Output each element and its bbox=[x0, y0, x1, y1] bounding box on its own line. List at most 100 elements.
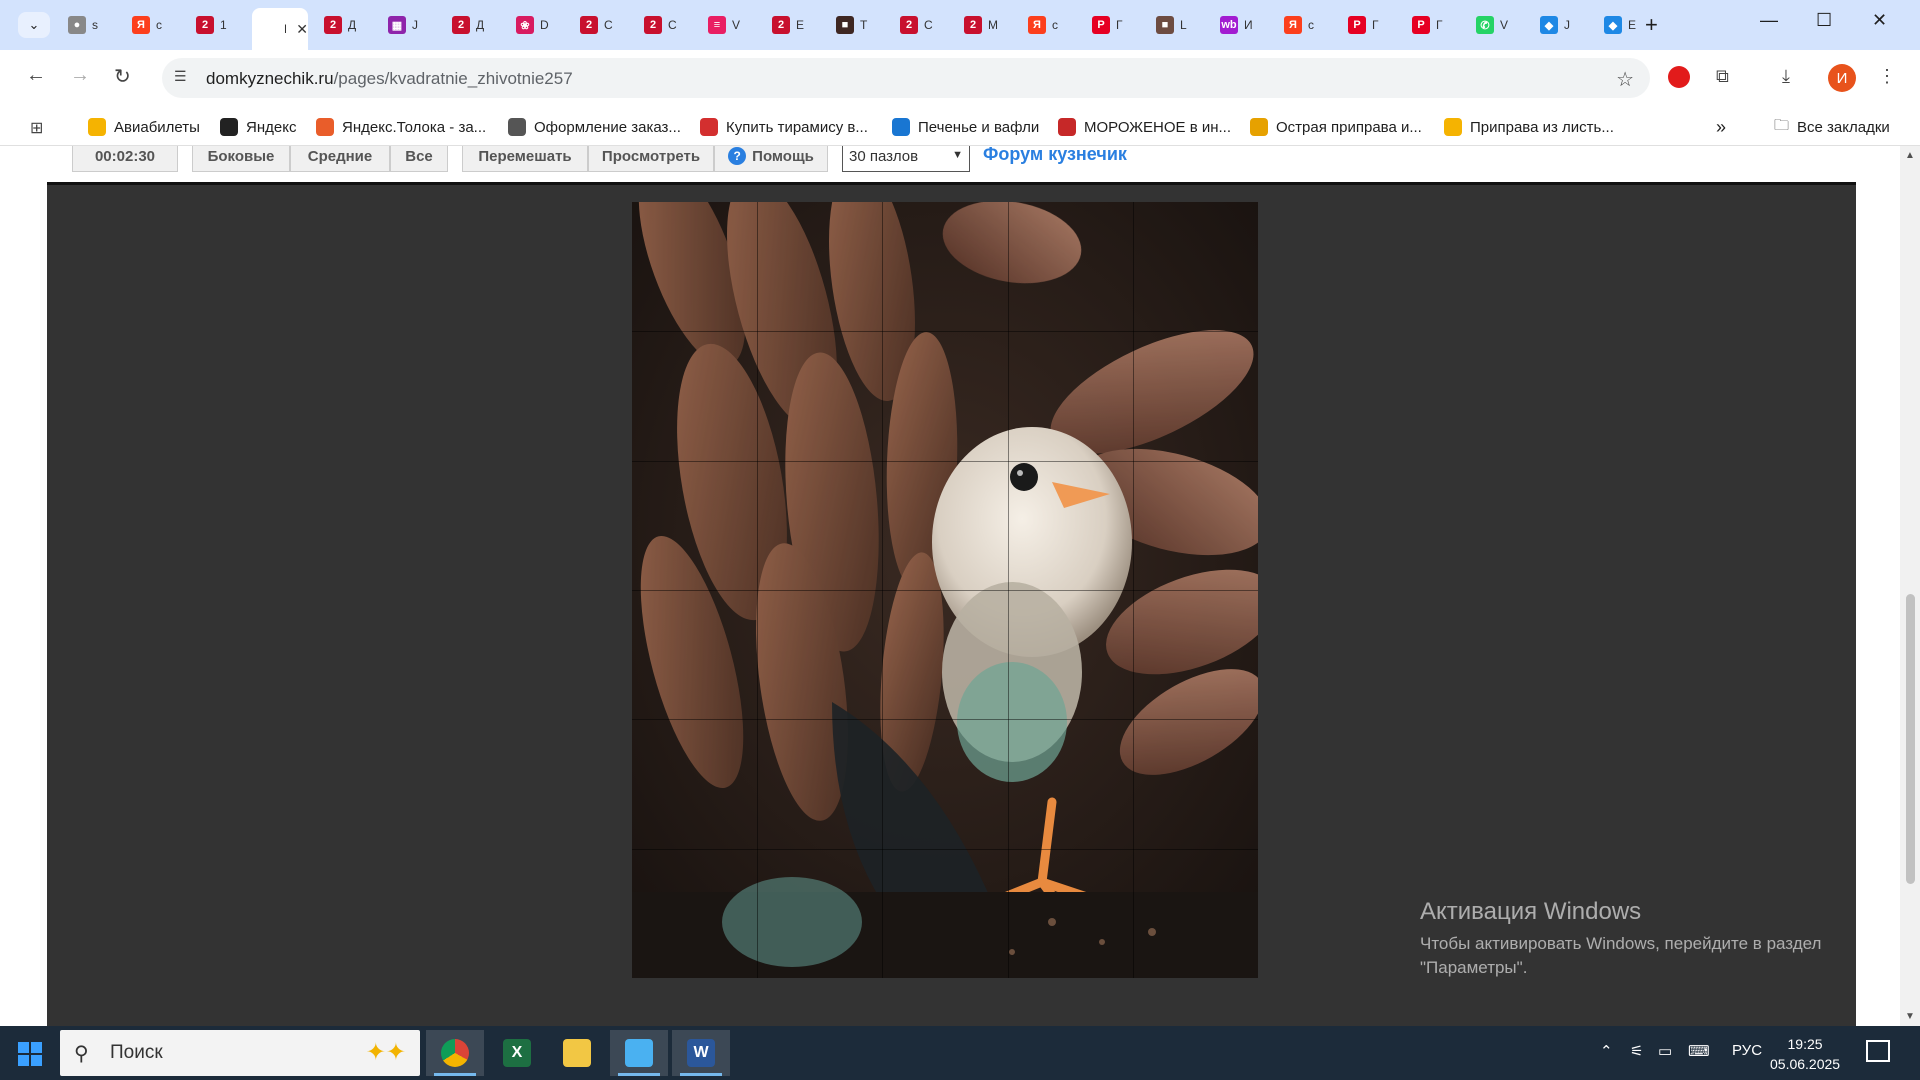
tab-title: М bbox=[988, 18, 998, 32]
browser-tab[interactable]: wb И bbox=[1212, 8, 1272, 42]
browser-tab[interactable]: ■ T bbox=[828, 8, 888, 42]
clock[interactable]: 19:25 05.06.2025 bbox=[1770, 1034, 1840, 1074]
minimize-icon[interactable]: — bbox=[1760, 10, 1778, 31]
battery-icon[interactable]: ▭ bbox=[1658, 1042, 1672, 1060]
help-button[interactable]: ? Помощь bbox=[714, 146, 828, 172]
maximize-icon[interactable]: ☐ bbox=[1816, 10, 1832, 31]
browser-tab[interactable]: ◆ J bbox=[1532, 8, 1592, 42]
browser-tab[interactable]: 2С bbox=[572, 8, 632, 42]
bookmark-label: Оформление заказ... bbox=[534, 118, 681, 136]
chevron-down-icon: ⌄ bbox=[28, 17, 40, 32]
bookmark-item[interactable]: Яндекс bbox=[220, 116, 296, 138]
browser-tab[interactable]: 2Д bbox=[444, 8, 504, 42]
download-icon[interactable]: ⤓ bbox=[1782, 66, 1790, 87]
scroll-up-icon[interactable]: ▲ bbox=[1905, 150, 1915, 161]
browser-tab[interactable]: 2E bbox=[764, 8, 824, 42]
keyboard-icon[interactable]: ⌨ bbox=[1688, 1042, 1710, 1060]
notification-icon[interactable] bbox=[1866, 1040, 1890, 1062]
tab-favicon-icon: 2 bbox=[452, 16, 470, 34]
excel-icon: X bbox=[503, 1039, 531, 1067]
bookmarks-overflow-button[interactable]: » bbox=[1716, 116, 1726, 138]
bookmark-item[interactable]: Оформление заказ... bbox=[508, 116, 681, 138]
bookmark-favicon-icon bbox=[88, 118, 106, 136]
page-scrollbar[interactable]: ▲ ▼ bbox=[1900, 146, 1920, 1026]
tab-favicon-icon: 2 bbox=[196, 16, 214, 34]
word-taskbar-button[interactable]: W bbox=[672, 1030, 730, 1076]
preview-button[interactable]: Просмотреть bbox=[588, 146, 714, 172]
forum-link[interactable]: Форум кузнечик bbox=[983, 146, 1127, 165]
browser-tab[interactable]: Яс bbox=[1276, 8, 1336, 42]
browser-tab[interactable]: 2С bbox=[636, 8, 696, 42]
new-tab-button[interactable]: + bbox=[1645, 12, 1658, 38]
browser-tab[interactable]: 2С bbox=[892, 8, 952, 42]
site-info-icon[interactable]: ☰ bbox=[174, 68, 194, 88]
browser-tab[interactable]: К✕ bbox=[252, 8, 308, 50]
tab-title: V bbox=[732, 18, 741, 32]
browser-tab[interactable]: 2Д bbox=[316, 8, 376, 42]
tab-title: С bbox=[668, 18, 677, 32]
tab-favicon-icon: ❀ bbox=[516, 16, 534, 34]
excel-taskbar-button[interactable]: X bbox=[488, 1030, 546, 1076]
browser-tab[interactable]: Яс bbox=[1020, 8, 1080, 42]
tab-favicon-icon: P bbox=[1412, 16, 1430, 34]
bookmark-label: Печенье и вафли bbox=[918, 118, 1040, 136]
browser-tab[interactable]: PГ bbox=[1404, 8, 1464, 42]
browser-tab[interactable]: ❀ D bbox=[508, 8, 568, 42]
puzzle-image[interactable] bbox=[632, 202, 1258, 978]
bookmark-item[interactable]: Печенье и вафли bbox=[892, 116, 1039, 138]
all-bookmarks-button[interactable]: 🗀 Все закладки bbox=[1774, 116, 1890, 138]
close-window-icon[interactable]: ✕ bbox=[1872, 10, 1887, 31]
bookmark-item[interactable]: Приправа из листь... bbox=[1444, 116, 1614, 138]
photos-taskbar-button[interactable] bbox=[610, 1030, 668, 1076]
bookmark-item[interactable]: МОРОЖЕНОЕ в ин... bbox=[1058, 116, 1231, 138]
bookmark-item[interactable]: Авиабилеты bbox=[88, 116, 200, 138]
tab-favicon-icon: Я bbox=[132, 16, 150, 34]
browser-tab[interactable]: ≡ V bbox=[700, 8, 760, 42]
shuffle-button[interactable]: Перемешать bbox=[462, 146, 588, 172]
bookmark-item[interactable]: Купить тирамису в... bbox=[700, 116, 868, 138]
middle-button[interactable]: Средние bbox=[290, 146, 390, 172]
all-button[interactable]: Все bbox=[390, 146, 448, 172]
chrome-taskbar-button[interactable] bbox=[426, 1030, 484, 1076]
language-indicator[interactable]: РУС bbox=[1732, 1042, 1762, 1059]
word-icon: W bbox=[687, 1039, 715, 1067]
bookmark-label: МОРОЖЕНОЕ в ин... bbox=[1084, 118, 1232, 136]
browser-tab[interactable]: PГ bbox=[1084, 8, 1144, 42]
extensions-puzzle-icon[interactable]: ⧉ bbox=[1716, 66, 1729, 87]
back-icon[interactable]: ← bbox=[26, 64, 46, 87]
scrollbar-thumb[interactable] bbox=[1906, 594, 1915, 884]
browser-tab[interactable]: Яс bbox=[124, 8, 184, 42]
tab-title: J bbox=[412, 18, 418, 32]
network-icon[interactable]: ⚟ bbox=[1630, 1042, 1643, 1060]
tab-title: И bbox=[1244, 18, 1253, 32]
taskbar-search[interactable]: ⚲ Поиск ✦✦ bbox=[60, 1030, 420, 1076]
start-button[interactable] bbox=[18, 1042, 42, 1066]
bookmark-star-icon[interactable]: ☆ bbox=[1616, 67, 1634, 92]
browser-tab[interactable]: 21 bbox=[188, 8, 248, 42]
reload-icon[interactable]: ↻ bbox=[114, 64, 131, 89]
scroll-down-icon[interactable]: ▼ bbox=[1905, 1011, 1915, 1022]
menu-kebab-icon[interactable]: ⋮ bbox=[1878, 66, 1896, 87]
browser-tab[interactable]: ■ L bbox=[1148, 8, 1208, 42]
browser-tab[interactable]: ▦ J bbox=[380, 8, 440, 42]
bookmark-item[interactable]: Яндекс.Толока - за... bbox=[316, 116, 486, 138]
piece-count-select[interactable]: 30 пазлов ▼ bbox=[842, 146, 970, 172]
browser-tab[interactable]: ✆ V bbox=[1468, 8, 1528, 42]
close-tab-icon[interactable]: ✕ bbox=[296, 21, 308, 38]
bookmark-favicon-icon bbox=[892, 118, 910, 136]
forward-icon[interactable]: → bbox=[70, 64, 90, 87]
address-bar[interactable]: ☰ domkyznechik.ru/pages/kvadratnie_zhivo… bbox=[162, 58, 1650, 98]
browser-tab[interactable]: PГ bbox=[1340, 8, 1400, 42]
tab-search-button[interactable]: ⌄ bbox=[18, 12, 50, 38]
bookmark-item[interactable]: Острая приправа и... bbox=[1250, 116, 1422, 138]
apps-grid-icon[interactable]: ⊞ bbox=[30, 118, 43, 138]
adblock-extension-icon[interactable] bbox=[1668, 66, 1690, 88]
explorer-taskbar-button[interactable] bbox=[548, 1030, 606, 1076]
edges-button[interactable]: Боковые bbox=[192, 146, 290, 172]
browser-tab[interactable]: ● s bbox=[60, 8, 120, 42]
profile-avatar[interactable]: И bbox=[1828, 64, 1856, 92]
browser-tab[interactable]: 2М bbox=[956, 8, 1016, 42]
url-text[interactable]: domkyznechik.ru/pages/kvadratnie_zhivotn… bbox=[206, 69, 573, 89]
tab-favicon-icon: ≡ bbox=[708, 16, 726, 34]
tray-overflow-icon[interactable]: ⌃ bbox=[1600, 1042, 1613, 1060]
